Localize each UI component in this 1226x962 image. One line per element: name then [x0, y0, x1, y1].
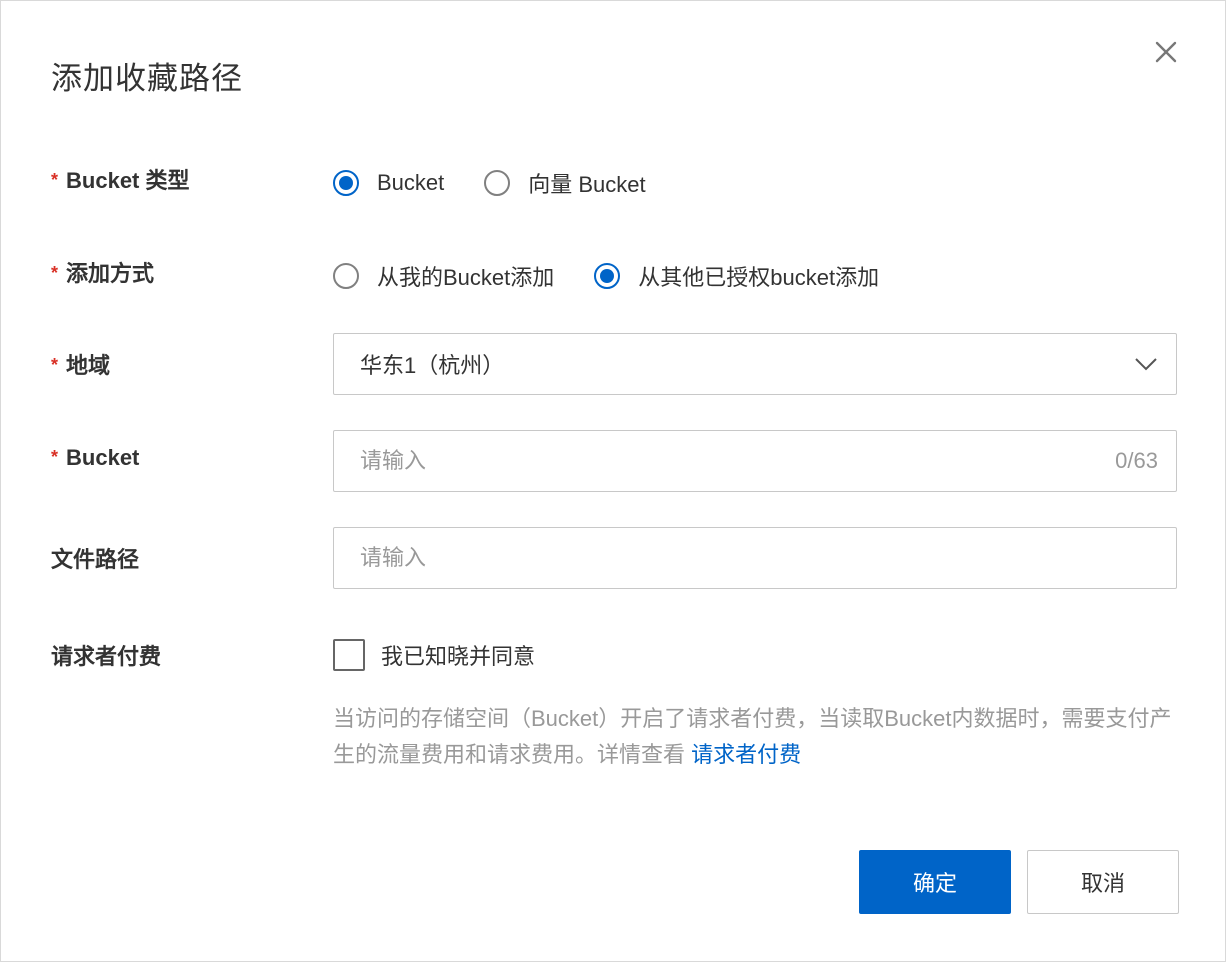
required-mark: * — [51, 263, 59, 283]
file-path-input-wrapper — [333, 527, 1177, 589]
radio-checked-icon[interactable] — [594, 263, 621, 289]
bucket-input[interactable] — [334, 431, 1116, 491]
close-icon — [1155, 41, 1177, 63]
required-mark: * — [51, 355, 59, 375]
region-select[interactable]: 华东1（杭州） — [333, 333, 1177, 395]
requester-pays-checkbox-row[interactable]: 我已知晓并同意 — [333, 639, 535, 671]
bucket-type-radio-group: Bucket 向量 Bucket — [333, 168, 686, 198]
file-path-label: 文件路径 — [51, 547, 140, 572]
radio-vector-bucket[interactable]: 向量 Bucket — [484, 167, 646, 199]
radio-label: 从我的Bucket添加 — [377, 265, 555, 290]
radio-unchecked-icon[interactable] — [333, 263, 359, 289]
dialog-title: 添加收藏路径 — [51, 61, 243, 96]
confirm-button[interactable]: 确定 — [859, 850, 1011, 914]
requester-pays-checkbox[interactable] — [333, 639, 365, 671]
requester-pays-help: 当访问的存储空间（Bucket）开启了请求者付费，当读取Bucket内数据时，需… — [333, 701, 1183, 773]
close-button[interactable] — [1149, 35, 1183, 69]
cancel-button[interactable]: 取消 — [1027, 850, 1179, 914]
bucket-label: * Bucket — [51, 445, 140, 470]
char-counter: 0/63 — [1115, 448, 1158, 473]
radio-label: 从其他已授权bucket添加 — [638, 265, 880, 290]
region-label: * 地域 — [51, 353, 111, 378]
radio-from-my-bucket[interactable]: 从我的Bucket添加 — [333, 260, 554, 292]
region-value: 华东1（杭州） — [360, 353, 505, 378]
radio-bucket[interactable]: Bucket — [333, 170, 444, 196]
add-favorite-path-dialog: 添加收藏路径 * Bucket 类型 Bucket 向量 Bucket * 添加方式… — [0, 0, 1226, 962]
radio-unchecked-icon[interactable] — [484, 170, 511, 196]
radio-label: Bucket — [377, 170, 445, 195]
requester-pays-link[interactable]: 请求者付费 — [691, 742, 801, 767]
bucket-type-label: * Bucket 类型 — [51, 168, 190, 193]
add-method-label: * 添加方式 — [51, 261, 155, 286]
checkbox-label: 我已知晓并同意 — [381, 644, 536, 669]
chevron-down-icon — [1135, 358, 1157, 371]
bucket-input-wrapper: 0/63 — [333, 430, 1177, 492]
radio-from-authorized-bucket[interactable]: 从其他已授权bucket添加 — [594, 260, 879, 292]
radio-label: 向量 Bucket — [528, 172, 646, 197]
required-mark: * — [51, 447, 59, 467]
required-mark: * — [51, 170, 59, 190]
file-path-input[interactable] — [334, 528, 1176, 588]
radio-checked-icon[interactable] — [333, 170, 359, 196]
requester-pays-label: 请求者付费 — [51, 644, 162, 669]
add-method-radio-group: 从我的Bucket添加 从其他已授权bucket添加 — [333, 261, 919, 291]
